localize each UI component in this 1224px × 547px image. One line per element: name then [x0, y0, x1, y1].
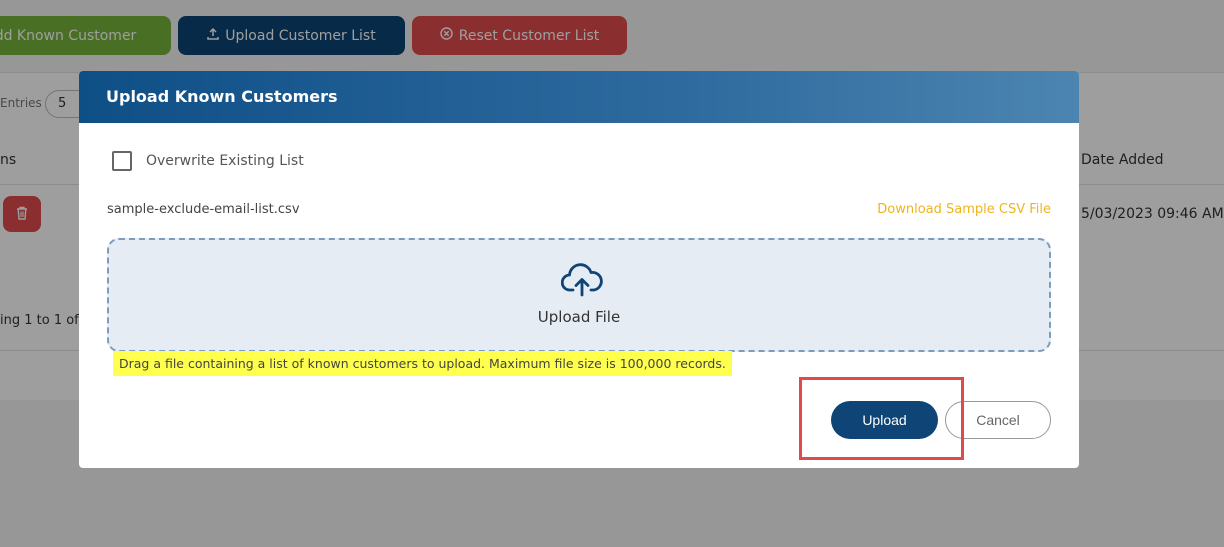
overwrite-existing-list-label: Overwrite Existing List [146, 153, 304, 169]
modal-title: Upload Known Customers [79, 71, 1079, 123]
overwrite-existing-list-checkbox[interactable]: Overwrite Existing List [112, 151, 304, 171]
file-dropzone[interactable]: Upload File [107, 238, 1051, 352]
download-sample-csv-link[interactable]: Download Sample CSV File [877, 202, 1051, 217]
checkbox-box[interactable] [112, 151, 132, 171]
upload-hint-text: Drag a file containing a list of known c… [113, 351, 732, 376]
upload-file-label: Upload File [537, 308, 621, 326]
selected-file-name: sample-exclude-email-list.csv [107, 202, 300, 217]
annotation-highlight-box [799, 377, 964, 460]
cloud-upload-icon [560, 262, 603, 298]
